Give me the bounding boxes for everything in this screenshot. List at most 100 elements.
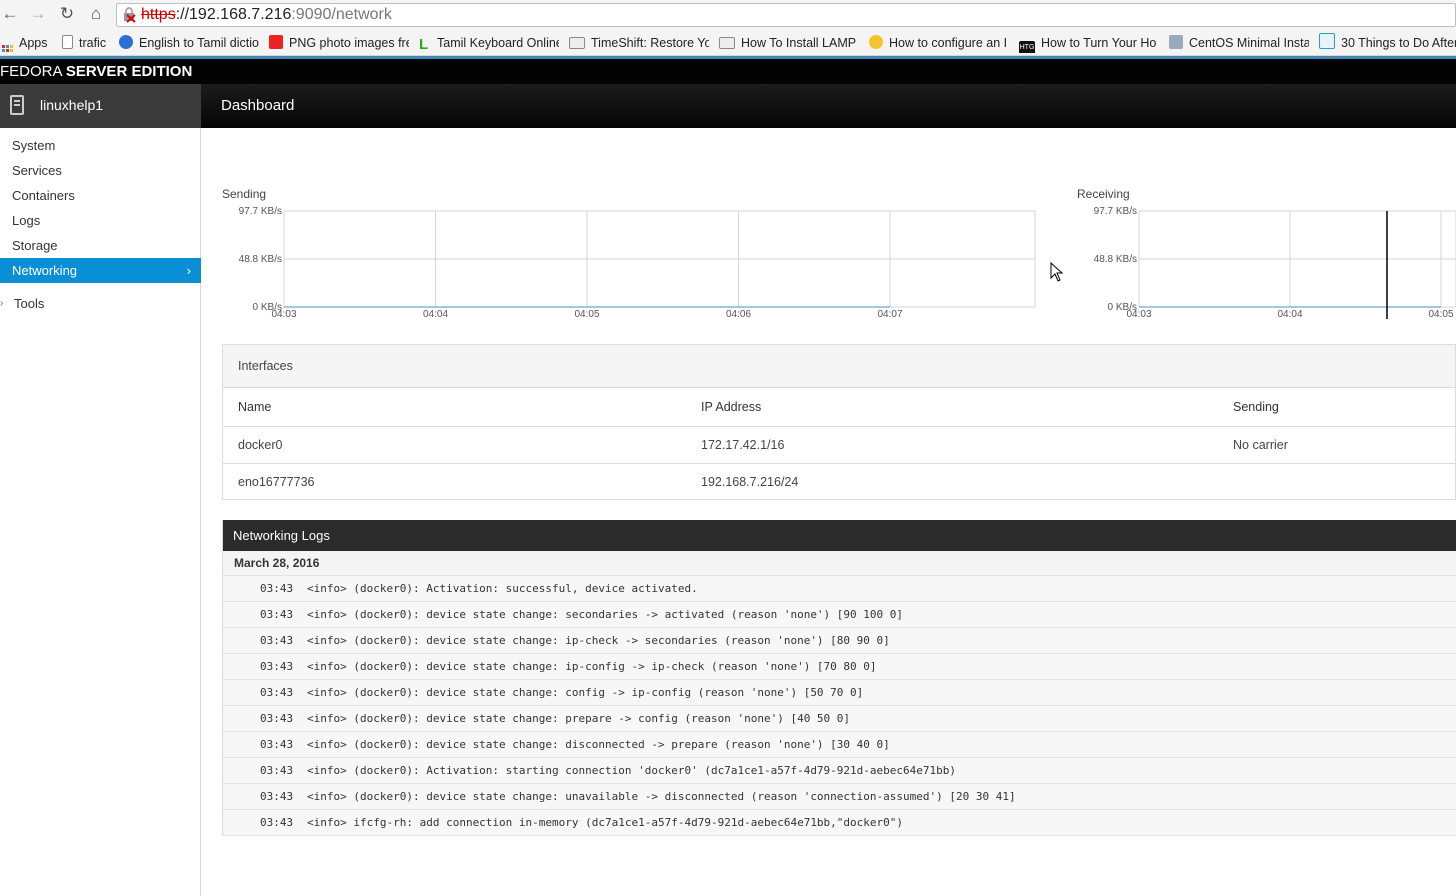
log-entry[interactable]: 03:43 <info> (docker0): device state chan… (223, 706, 1456, 732)
log-message: <info> (docker0): device state change: p… (307, 712, 851, 725)
chart-y-tick-label: 48.8 KB/s (1094, 254, 1137, 265)
bookmark-label: CentOS Minimal Insta (1189, 36, 1309, 50)
log-entry[interactable]: 03:43 <info> (docker0): device state chan… (223, 680, 1456, 706)
url-text: https://192.168.7.216:9090/network (141, 6, 392, 24)
bookmark-30-things[interactable]: 30 Things to Do After (1319, 33, 1456, 53)
link-icon (1319, 33, 1335, 49)
sidebar-item-label: Tools (14, 296, 45, 311)
chart-x-tick-label: 04:07 (877, 309, 902, 320)
bookmark-label: PNG photo images fre (289, 36, 409, 50)
log-entry[interactable]: 03:43 <info> (docker0): device state chan… (223, 654, 1456, 680)
bookmark-apps[interactable]: Apps (2, 33, 52, 53)
log-entry[interactable]: 03:43 <info> (docker0): device state chan… (223, 602, 1456, 628)
home-icon[interactable]: ⌂ (86, 4, 106, 24)
log-message: <info> ifcfg-rh: add connection in-memor… (307, 816, 904, 829)
table-row[interactable]: eno16777736 192.168.7.216/24 (223, 464, 1455, 500)
red-bookmark-icon (269, 35, 283, 49)
url-scheme: https (141, 6, 176, 23)
logs-title: Networking Logs (233, 528, 330, 543)
interface-name: eno16777736 (238, 475, 315, 489)
column-header-ip: IP Address (701, 400, 762, 414)
sidebar-item-networking[interactable]: Networking › (0, 258, 201, 283)
bookmarks-bar: Apps trafic English to Tamil dictio PNG … (0, 30, 1456, 56)
bookmark-trafic[interactable]: trafic (62, 33, 110, 53)
server-icon (10, 95, 24, 115)
apps-grid-icon (2, 45, 13, 53)
bookmark-timeshift[interactable]: TimeShift: Restore Yo (569, 33, 709, 53)
host-switcher[interactable]: linuxhelp1 (0, 84, 201, 128)
log-message: <info> (docker0): Activation: starting c… (307, 764, 957, 777)
log-time: 03:43 (260, 712, 294, 725)
sidebar-item-tools[interactable]: › Tools (0, 291, 201, 316)
log-message: <info> (docker0): device state change: u… (307, 790, 1016, 803)
log-time: 03:43 (260, 790, 294, 803)
bookmark-label: How To Install LAMP (741, 36, 857, 50)
sending-chart: 97.7 KB/s48.8 KB/s0 KB/s04:03 04:04 04:05 0… (239, 206, 1036, 320)
brand-edition: SERVER EDITION (65, 63, 193, 80)
tools-icon (1169, 35, 1183, 49)
interface-name: docker0 (238, 438, 283, 452)
bookmark-configure[interactable]: How to configure an I (869, 33, 1009, 53)
bookmark-label: Apps (19, 36, 48, 50)
interfaces-title: Interfaces (238, 359, 293, 373)
log-entry[interactable]: 03:43 <info> (docker0): Activation: start… (223, 758, 1456, 784)
table-row[interactable]: docker0 172.17.42.1/16 No carrier (223, 427, 1455, 463)
log-entry[interactable]: 03:43 <info> (docker0): device state chan… (223, 784, 1456, 810)
chart-x-tick-label: 04:03 (271, 309, 296, 320)
sidebar: System Services Containers Logs Storage … (0, 128, 201, 896)
page-icon (569, 37, 585, 49)
sidebar-item-storage[interactable]: Storage (0, 233, 201, 258)
log-time: 03:43 (260, 686, 294, 699)
bookmark-tamil-keyboard[interactable]: L Tamil Keyboard Online (419, 33, 559, 53)
bookmark-english-tamil[interactable]: English to Tamil dictio (119, 33, 259, 53)
page-icon (62, 35, 73, 49)
bookmark-install-lamp[interactable]: How To Install LAMP (719, 33, 859, 53)
htg-icon: HTG (1019, 41, 1035, 53)
address-bar[interactable]: https://192.168.7.216:9090/network (116, 3, 1456, 27)
bulb-icon (869, 35, 883, 49)
chart-x-tick-label: 04:04 (1277, 309, 1302, 320)
bookmark-htg[interactable]: HTG How to Turn Your Ho (1019, 33, 1159, 53)
chart-y-tick-label: 48.8 KB/s (239, 254, 282, 265)
reload-icon[interactable]: ↻ (57, 4, 77, 24)
logs-date: March 28, 2016 (234, 556, 320, 570)
sidebar-item-system[interactable]: System (0, 133, 201, 158)
log-entry[interactable]: 03:43 <info> (docker0): device state chan… (223, 732, 1456, 758)
log-message: <info> (docker0): Activation: successful… (307, 582, 698, 595)
sidebar-item-logs[interactable]: Logs (0, 208, 201, 233)
host-name: linuxhelp1 (40, 97, 104, 113)
column-header-sending: Sending (1233, 400, 1279, 414)
interface-ip: 172.17.42.1/16 (701, 438, 785, 452)
log-entry[interactable]: 03:43 <info> (docker0): Activation: succe… (223, 576, 1456, 602)
url-host: ://192.168.7.216 (175, 6, 292, 23)
log-time: 03:43 (260, 764, 294, 777)
sidebar-item-label: System (12, 138, 56, 153)
log-entry[interactable]: 03:43 <info> ifcfg-rh: add connection in-… (223, 810, 1456, 836)
sidebar-item-containers[interactable]: Containers (0, 183, 201, 208)
log-time: 03:43 (260, 660, 294, 673)
log-time: 03:43 (260, 816, 294, 829)
browser-toolbar: ← → ↻ ⌂ https://192.168.7.216:9090/netwo… (0, 0, 1456, 30)
log-time: 03:43 (260, 582, 294, 595)
green-l-icon: L (419, 36, 429, 53)
logs-date-row: March 28, 2016 (223, 551, 1456, 576)
log-message: <info> (docker0): device state change: c… (307, 686, 864, 699)
bookmark-label: 30 Things to Do After (1341, 36, 1456, 50)
interfaces-panel: Interfaces Name IP Address Sending docke… (222, 344, 1456, 500)
back-arrow-icon[interactable]: ← (0, 4, 20, 24)
chart-y-tick-label: 97.7 KB/s (1094, 206, 1137, 217)
sidebar-item-label: Containers (12, 188, 75, 203)
sending-chart-title: Sending (222, 187, 267, 201)
bookmark-centos[interactable]: CentOS Minimal Insta (1169, 33, 1309, 53)
bookmark-label: trafic (79, 36, 107, 50)
log-message: <info> (docker0): device state change: s… (307, 608, 904, 621)
insecure-lock-icon (124, 7, 136, 23)
column-header-name: Name (238, 400, 272, 414)
log-entry[interactable]: 03:43 <info> (docker0): device state chan… (223, 628, 1456, 654)
sidebar-item-services[interactable]: Services (0, 158, 201, 183)
sidebar-item-label: Services (12, 163, 62, 178)
chart-x-tick-label: 04:06 (726, 309, 751, 320)
interfaces-heading: Interfaces (223, 345, 1455, 388)
forward-arrow-icon[interactable]: → (28, 4, 48, 24)
bookmark-png-images[interactable]: PNG photo images fre (269, 33, 409, 53)
